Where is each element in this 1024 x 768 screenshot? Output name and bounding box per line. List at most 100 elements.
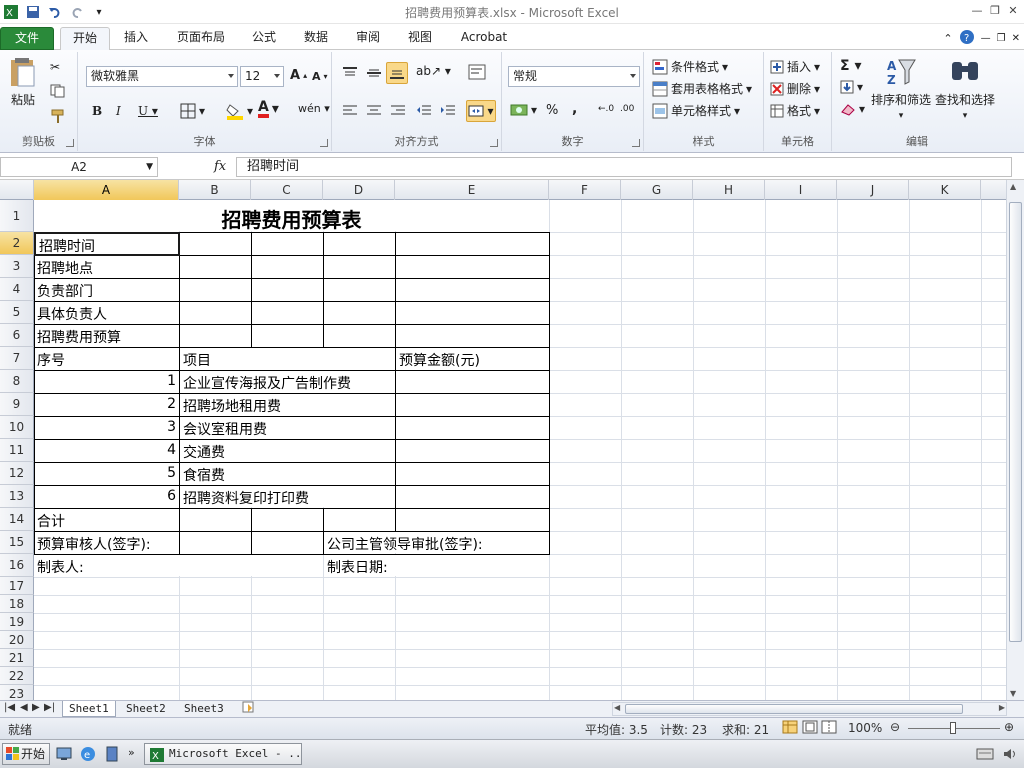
cell-a10[interactable]: 3 — [34, 419, 179, 435]
row-header[interactable]: 17 — [0, 577, 34, 595]
cell-e7[interactable]: 预算金额(元) — [396, 350, 480, 370]
italic-icon[interactable]: I — [116, 104, 121, 118]
column-header-g[interactable]: G — [621, 180, 693, 200]
alignment-launcher-icon[interactable] — [490, 139, 498, 147]
cell-a15[interactable]: 预算审核人(签字): — [34, 534, 151, 554]
clear-icon[interactable]: ▾ — [840, 102, 865, 116]
number-format-select[interactable]: 常规 — [508, 66, 640, 87]
volume-icon[interactable] — [1002, 747, 1018, 764]
row-header[interactable]: 4 — [0, 278, 34, 301]
cell-b11[interactable]: 交通费 — [180, 442, 225, 462]
row-header[interactable]: 18 — [0, 595, 34, 613]
underline-icon[interactable]: U ▾ — [138, 104, 158, 118]
row-header[interactable]: 10 — [0, 416, 34, 439]
workbook-close-icon[interactable]: ✕ — [1012, 33, 1020, 44]
sort-filter-button[interactable]: AZ 排序和筛选 ▾ — [870, 56, 932, 121]
scroll-up-icon[interactable]: ▲ — [1010, 182, 1016, 191]
normal-view-icon[interactable] — [782, 720, 798, 737]
column-header-f[interactable]: F — [549, 180, 621, 200]
merge-center-icon[interactable]: ▾ — [466, 100, 496, 122]
column-header-a[interactable]: A — [34, 180, 179, 200]
accounting-format-icon[interactable]: ▾ — [510, 102, 537, 118]
align-left-icon[interactable] — [342, 104, 358, 118]
scroll-right-icon[interactable]: ▶ — [999, 703, 1005, 712]
workbook-restore-icon[interactable]: ❐ — [997, 33, 1006, 44]
find-select-button[interactable]: 查找和选择 ▾ — [934, 56, 996, 121]
column-header-k[interactable]: K — [909, 180, 981, 200]
row-header[interactable]: 16 — [0, 554, 34, 577]
comma-style-icon[interactable]: , — [572, 101, 577, 117]
decrease-decimal-icon[interactable]: .00 — [620, 104, 634, 114]
zoom-out-icon[interactable]: ⊖ — [890, 720, 900, 734]
cell-d15[interactable]: 公司主管领导审批(签字): — [324, 534, 483, 554]
bold-icon[interactable]: B — [92, 104, 102, 118]
insert-sheet-icon[interactable] — [236, 701, 262, 717]
workbook-minimize-icon[interactable]: — — [981, 33, 991, 44]
align-center-icon[interactable] — [366, 104, 382, 118]
column-header-j[interactable]: J — [837, 180, 909, 200]
zoom-slider-thumb[interactable] — [950, 722, 956, 734]
format-painter-icon[interactable] — [50, 108, 66, 124]
name-box[interactable]: A2 ▼ — [0, 157, 158, 177]
taskbar-excel-button[interactable]: X Microsoft Excel - ... — [144, 743, 302, 765]
font-launcher-icon[interactable] — [320, 139, 328, 147]
copy-icon[interactable] — [50, 84, 66, 98]
column-header-c[interactable]: C — [251, 180, 323, 200]
row-header[interactable]: 12 — [0, 462, 34, 485]
column-header-h[interactable]: H — [693, 180, 765, 200]
tab-view[interactable]: 视图 — [400, 27, 440, 50]
scroll-down-icon[interactable]: ▼ — [1010, 689, 1016, 698]
sheet-tab-sheet1[interactable]: Sheet1 — [62, 701, 116, 717]
font-color-icon[interactable]: A ▾ — [258, 100, 279, 118]
cell-a9[interactable]: 2 — [34, 396, 179, 412]
cell-b10[interactable]: 会议室租用费 — [180, 419, 267, 439]
paste-button[interactable]: 粘贴 — [8, 56, 38, 108]
row-header[interactable]: 22 — [0, 667, 34, 685]
cut-icon[interactable]: ✂ — [50, 60, 60, 74]
row-header[interactable]: 1 — [0, 200, 34, 232]
minimize-ribbon-icon[interactable]: ⌃ — [943, 32, 952, 45]
horizontal-scroll-thumb[interactable] — [625, 704, 963, 714]
row-header[interactable]: 11 — [0, 439, 34, 462]
row-header[interactable]: 20 — [0, 631, 34, 649]
last-sheet-icon[interactable]: ▶| — [44, 702, 55, 713]
cell-b12[interactable]: 食宿费 — [180, 465, 225, 485]
cell-a5[interactable]: 具体负责人 — [34, 304, 107, 324]
scroll-left-icon[interactable]: ◀ — [614, 703, 620, 712]
sheet-tab-sheet3[interactable]: Sheet3 — [178, 701, 230, 717]
cell-styles-button[interactable]: 单元格样式 ▾ — [652, 102, 740, 119]
select-all-corner[interactable] — [0, 180, 34, 200]
column-header-d[interactable]: D — [323, 180, 395, 200]
cell-a13[interactable]: 6 — [34, 488, 179, 504]
format-as-table-button[interactable]: 套用表格格式 ▾ — [652, 80, 752, 97]
formula-input[interactable]: 招聘时间 — [236, 157, 1012, 177]
first-sheet-icon[interactable]: |◀ — [4, 702, 15, 713]
row-header[interactable]: 2 — [0, 232, 34, 255]
row-header[interactable]: 9 — [0, 393, 34, 416]
cell-b9[interactable]: 招聘场地租用费 — [180, 396, 281, 416]
decrease-indent-icon[interactable] — [416, 104, 432, 118]
tab-home[interactable]: 开始 — [60, 27, 110, 50]
horizontal-scrollbar[interactable]: ◀ ▶ — [612, 702, 1007, 716]
vertical-scrollbar[interactable]: ▲ ▼ — [1006, 180, 1024, 700]
keyboard-icon[interactable] — [976, 747, 994, 764]
cell-a8[interactable]: 1 — [34, 373, 179, 389]
fill-icon[interactable]: ▾ — [840, 80, 863, 94]
cell-a7[interactable]: 序号 — [34, 350, 65, 370]
tab-page-layout[interactable]: 页面布局 — [168, 27, 234, 50]
row-header[interactable]: 8 — [0, 370, 34, 393]
column-header-e[interactable]: E — [395, 180, 549, 200]
borders-icon[interactable]: ▾ — [180, 103, 205, 119]
restore-icon[interactable]: ❐ — [988, 3, 1002, 17]
row-header[interactable]: 3 — [0, 255, 34, 278]
format-cells-button[interactable]: 格式 ▾ — [770, 102, 820, 119]
active-cell-a2[interactable]: 招聘时间 — [34, 232, 180, 256]
row-header[interactable]: 5 — [0, 301, 34, 324]
font-name-select[interactable]: 微软雅黑 — [86, 66, 238, 87]
column-header-i[interactable]: I — [765, 180, 837, 200]
cell-b8[interactable]: 企业宣传海报及广告制作费 — [180, 373, 351, 393]
tab-acrobat[interactable]: Acrobat — [452, 27, 516, 50]
tab-formulas[interactable]: 公式 — [244, 27, 284, 50]
tab-file[interactable]: 文件 — [0, 27, 54, 50]
more-programs-icon[interactable]: » — [128, 746, 135, 759]
